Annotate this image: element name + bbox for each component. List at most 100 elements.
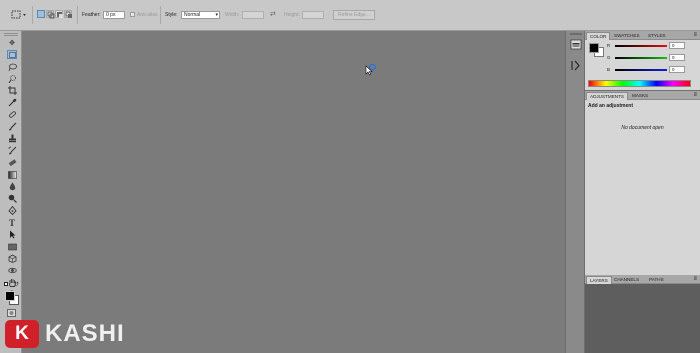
spot-healing-tool[interactable]	[7, 110, 17, 119]
tab-color[interactable]: COLOR	[586, 32, 611, 40]
tab-masks[interactable]: MASKS	[629, 92, 651, 100]
tab-styles[interactable]: STYLES	[645, 32, 669, 40]
move-icon: ✥	[9, 39, 15, 47]
gradient-tool[interactable]	[7, 170, 17, 179]
brush-tool[interactable]	[7, 122, 17, 131]
eyedropper-tool[interactable]	[7, 98, 17, 107]
panel-dock	[565, 31, 585, 353]
height-label: Height:	[284, 12, 300, 18]
default-colors-icon[interactable]	[4, 282, 8, 286]
pen-tool[interactable]	[7, 206, 17, 215]
tab-adjustments[interactable]: ADJUSTMENTS	[586, 92, 628, 100]
options-bar: Feather: 0 px Anti-alias Style: Normal ▾…	[0, 0, 700, 31]
tab-swatches[interactable]: SWATCHES	[611, 32, 643, 40]
history-brush-tool[interactable]	[7, 146, 17, 155]
swap-width-height-icon[interactable]: ⇄	[270, 10, 276, 18]
green-value-input[interactable]: 0	[669, 54, 685, 61]
blue-channel-label: B	[607, 67, 611, 72]
logo-badge: K	[5, 320, 39, 348]
lasso-tool[interactable]	[7, 62, 17, 71]
green-slider[interactable]	[615, 57, 667, 59]
move-tool[interactable]: ✥	[7, 38, 17, 47]
dodge-icon	[8, 194, 17, 203]
quick-mask-icon	[9, 311, 14, 315]
eraser-icon	[8, 159, 17, 167]
add-to-selection-button[interactable]	[46, 10, 55, 19]
blue-slider[interactable]	[615, 69, 667, 71]
quick-selection-tool[interactable]	[7, 74, 17, 83]
foreground-color-swatch[interactable]	[589, 43, 599, 53]
pen-icon	[7, 206, 17, 215]
actions-icon	[571, 60, 580, 71]
dodge-tool[interactable]	[7, 194, 17, 203]
arrow-cursor-icon	[365, 63, 376, 76]
adjustments-heading: Add an adjustment	[588, 103, 634, 109]
anti-alias-label: Anti-alias	[137, 12, 158, 18]
rectangle-tool[interactable]	[7, 242, 17, 251]
no-document-message: No document open	[621, 125, 664, 131]
style-select[interactable]: Normal ▾	[181, 11, 220, 19]
tool-preset-picker[interactable]	[11, 10, 27, 20]
tab-channels[interactable]: CHANNELS	[611, 276, 642, 284]
subtract-from-selection-button[interactable]	[55, 10, 63, 18]
layers-panel	[585, 284, 700, 353]
logo-text: KASHI	[45, 320, 125, 347]
path-selection-tool[interactable]	[7, 230, 17, 239]
crop-icon	[7, 86, 17, 95]
brush-icon	[8, 122, 16, 131]
marquee-tool[interactable]	[7, 50, 17, 59]
color-panel: R 0 G 0 B 0	[585, 40, 700, 90]
foreground-color-swatch[interactable]	[5, 291, 15, 301]
watermark-logo: K KASHI	[5, 320, 125, 348]
width-input[interactable]	[242, 11, 264, 19]
quick-selection-icon	[8, 74, 16, 83]
adjustments-panel: Add an adjustment No document open	[585, 100, 700, 275]
style-label: Style:	[165, 12, 178, 18]
tools-panel: ✥ T ↺	[0, 31, 22, 353]
3d-orbit-tool[interactable]	[7, 266, 17, 275]
right-panels: COLOR SWATCHES STYLES ≡ R 0 G 0 B 0 ADJU…	[585, 31, 700, 353]
tab-paths[interactable]: PATHS	[646, 276, 667, 284]
history-panel-button[interactable]	[570, 39, 582, 50]
feather-input[interactable]: 0 px	[103, 11, 125, 19]
new-selection-button[interactable]	[37, 10, 45, 18]
swap-colors-icon[interactable]: ↺	[14, 281, 19, 288]
separator	[32, 6, 33, 24]
blur-tool[interactable]	[7, 182, 17, 191]
green-channel-label: G	[607, 55, 611, 60]
color-spectrum-ramp[interactable]	[588, 80, 691, 87]
type-tool[interactable]: T	[7, 218, 17, 228]
panel-menu-icon[interactable]: ≡	[693, 276, 697, 282]
quick-mask-button[interactable]	[7, 309, 16, 317]
stamp-icon	[8, 134, 16, 143]
anti-alias-checkbox[interactable]	[130, 12, 135, 17]
busy-cursor	[365, 63, 377, 78]
tools-grip[interactable]	[4, 33, 18, 36]
red-slider[interactable]	[615, 45, 667, 47]
dock-grip[interactable]	[570, 33, 582, 35]
rectangular-marquee-icon	[8, 51, 16, 58]
3d-orbit-icon	[7, 267, 17, 274]
history-icon	[570, 39, 582, 50]
history-brush-icon	[8, 146, 16, 155]
adjustments-panel-tabs: ADJUSTMENTS MASKS ≡	[585, 91, 700, 100]
panel-menu-icon[interactable]: ≡	[693, 32, 697, 38]
clone-stamp-tool[interactable]	[7, 134, 17, 143]
intersect-selection-button[interactable]	[64, 10, 72, 18]
tab-layers[interactable]: LAYERS	[586, 276, 612, 284]
3d-rotate-tool[interactable]	[7, 254, 17, 263]
add-selection-icon	[47, 11, 55, 19]
crop-tool[interactable]	[7, 86, 17, 95]
eraser-tool[interactable]	[7, 158, 17, 167]
arrow-pointer-icon	[9, 230, 15, 239]
width-label: Width:	[225, 12, 240, 18]
gradient-icon	[7, 170, 17, 179]
panel-menu-icon[interactable]: ≡	[693, 92, 697, 98]
droplet-icon	[9, 182, 15, 191]
actions-panel-button[interactable]	[570, 60, 582, 71]
refine-edge-button[interactable]: Refine Edge...	[333, 10, 375, 20]
red-value-input[interactable]: 0	[669, 42, 685, 49]
blue-value-input[interactable]: 0	[669, 66, 685, 73]
rectangle-shape-icon	[7, 243, 17, 250]
height-input[interactable]	[302, 11, 324, 19]
